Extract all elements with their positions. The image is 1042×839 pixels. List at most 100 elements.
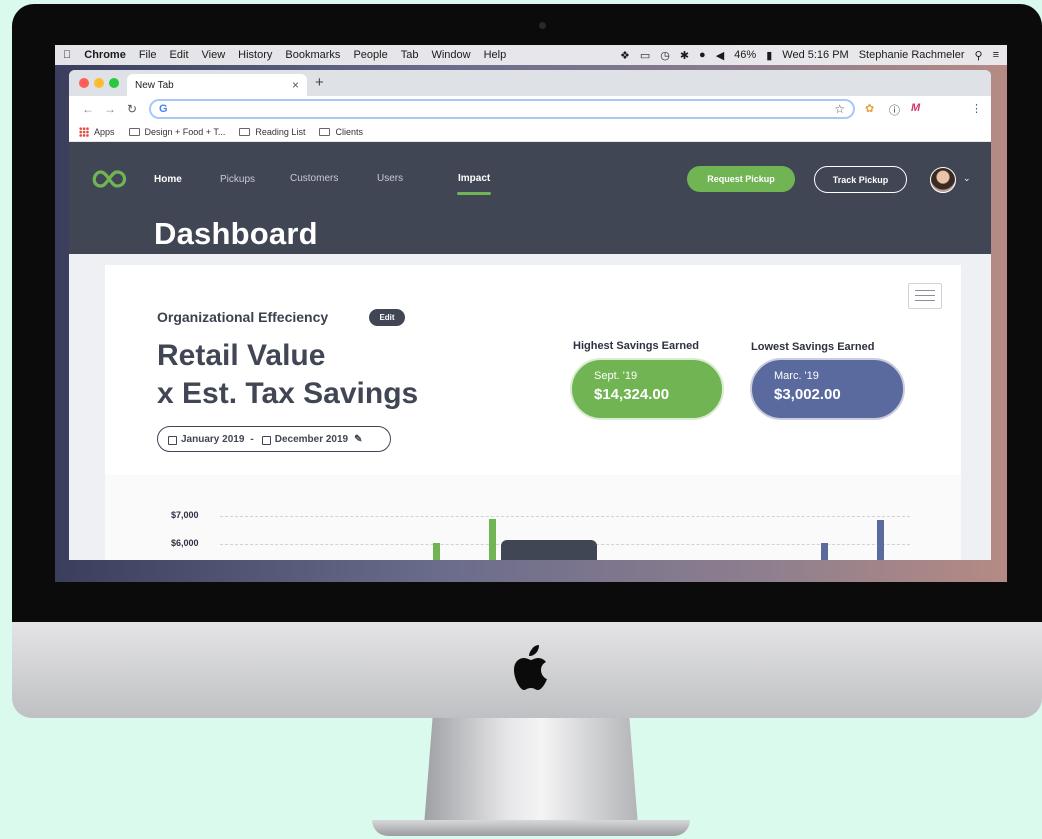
wifi-icon[interactable]: ● <box>699 49 706 61</box>
app-menu[interactable]: Chrome <box>84 49 126 61</box>
browser-tab[interactable]: New Tab × <box>127 74 307 96</box>
date-range-picker[interactable]: January 2019 - December 2019 ✎ <box>157 426 391 452</box>
nav-users[interactable]: Users <box>377 173 403 184</box>
zoom-window-icon[interactable] <box>109 78 119 88</box>
apple-logo-icon <box>514 645 547 690</box>
lowest-savings-pill: Marc. '19 $3,002.00 <box>750 358 905 420</box>
nav-pickups[interactable]: Pickups <box>220 174 255 185</box>
time-machine-icon[interactable]: ◷ <box>660 49 670 62</box>
extension-icon[interactable]: M <box>911 102 920 114</box>
airplay-icon[interactable]: ▭ <box>640 49 650 62</box>
menu-history[interactable]: History <box>238 49 272 61</box>
reload-icon[interactable]: ↻ <box>121 102 143 116</box>
pencil-icon[interactable]: ✎ <box>354 434 362 445</box>
folder-icon <box>319 127 331 136</box>
dropbox-icon[interactable]: ❖ <box>620 49 630 62</box>
chrome-menu-icon[interactable]: ⋮ <box>971 102 982 115</box>
camera <box>539 22 546 29</box>
minimize-window-icon[interactable] <box>94 78 104 88</box>
date-start: January 2019 <box>181 433 245 445</box>
menu-bookmarks[interactable]: Bookmarks <box>285 49 340 61</box>
browser-window: New Tab × + ← → ↻ G ☆ ✿ ⓘ M ⋮ Apps Desig… <box>69 70 991 560</box>
clock[interactable]: Wed 5:16 PM <box>782 49 848 61</box>
bookmarks-bar: Apps Design + Food + T... Reading List C… <box>69 122 991 142</box>
folder-icon <box>239 127 251 136</box>
user-name[interactable]: Stephanie Rachmeler <box>859 49 965 61</box>
address-bar[interactable]: G ☆ <box>149 99 855 119</box>
menu-edit[interactable]: Edit <box>170 49 189 61</box>
date-separator: - <box>250 433 254 445</box>
chart-title-line-1: Retail Value <box>157 339 326 372</box>
calendar-icon <box>168 435 177 445</box>
battery-percent[interactable]: 46% <box>734 49 756 61</box>
request-pickup-button[interactable]: Request Pickup <box>687 166 795 192</box>
spotlight-icon[interactable]: ⚲ <box>975 49 983 62</box>
status-area: ❖ ▭ ◷ ✱ ● ◀ 46% ▮ Wed 5:16 PM Stephanie … <box>610 49 999 62</box>
menu-icon[interactable] <box>908 283 942 309</box>
menu-view[interactable]: View <box>202 49 226 61</box>
nav-home[interactable]: Home <box>154 174 182 185</box>
highest-savings-label: Highest Savings Earned <box>573 340 699 352</box>
bookmark-label: Reading List <box>255 126 306 137</box>
edit-button[interactable]: Edit <box>369 309 405 326</box>
chart-tooltip <box>501 540 597 560</box>
calendar-icon <box>261 435 271 445</box>
chart-bar[interactable] <box>489 518 496 560</box>
bookmark-label: Apps <box>94 126 115 137</box>
menu-window[interactable]: Window <box>431 49 470 61</box>
bookmark-label: Clients <box>335 126 363 137</box>
browser-toolbar: ← → ↻ G ☆ ✿ ⓘ M ⋮ <box>69 96 991 122</box>
bookmark-apps[interactable]: Apps <box>79 126 115 137</box>
brand-logo-icon[interactable] <box>89 168 129 190</box>
folder-icon <box>128 127 140 136</box>
back-icon[interactable]: ← <box>77 102 99 116</box>
lowest-savings-amount: $3,002.00 <box>774 386 841 403</box>
tab-title: New Tab <box>135 79 174 91</box>
tab-strip: New Tab × + <box>69 70 991 96</box>
bookmark-label: Design + Food + T... <box>144 126 226 137</box>
impact-card: Organizational Effeciency Edit Retail Va… <box>105 265 961 560</box>
close-window-icon[interactable] <box>79 78 89 88</box>
chart-title: Retail Value x Est. Tax Savings <box>157 337 418 413</box>
active-nav-indicator <box>457 192 491 195</box>
imac-stand-foot <box>372 820 690 836</box>
apps-grid-icon <box>79 126 89 137</box>
section-title: Organizational Effeciency <box>157 309 329 325</box>
apple-menu-icon[interactable]:  <box>63 49 71 61</box>
volume-icon[interactable]: ◀ <box>716 49 724 62</box>
highest-savings-month: Sept. '19 <box>594 370 638 382</box>
mac-menubar:  Chrome File Edit View History Bookmark… <box>55 45 1007 65</box>
imac-stand <box>424 718 638 826</box>
bookmark-star-icon[interactable]: ☆ <box>834 102 845 116</box>
chevron-down-icon[interactable]: ⌄ <box>963 173 971 184</box>
menu-tab[interactable]: Tab <box>401 49 419 61</box>
bookmark-clients[interactable]: Clients <box>319 127 363 137</box>
bluetooth-icon[interactable]: ✱ <box>680 49 689 62</box>
chart-bar[interactable] <box>821 542 828 560</box>
nav-customers[interactable]: Customers <box>290 173 338 184</box>
web-app: Home Pickups Customers Users Impact Requ… <box>69 142 991 560</box>
chart-title-line-2: x Est. Tax Savings <box>157 377 419 410</box>
highest-savings-amount: $14,324.00 <box>594 386 670 403</box>
new-tab-icon[interactable]: + <box>315 74 324 91</box>
track-pickup-button[interactable]: Track Pickup <box>814 166 907 193</box>
nav-impact[interactable]: Impact <box>458 173 490 184</box>
info-extension-icon[interactable]: ⓘ <box>889 102 900 118</box>
menu-people[interactable]: People <box>353 49 387 61</box>
google-icon: G <box>159 103 168 115</box>
chart-bar[interactable] <box>433 542 440 560</box>
tab-close-icon[interactable]: × <box>292 78 299 92</box>
highest-savings-pill: Sept. '19 $14,324.00 <box>570 358 724 420</box>
battery-icon: ▮ <box>766 49 773 62</box>
avatar[interactable] <box>930 167 956 193</box>
bookmark-design-food[interactable]: Design + Food + T... <box>128 126 226 137</box>
menu-help[interactable]: Help <box>484 49 507 61</box>
menu-file[interactable]: File <box>139 49 157 61</box>
bookmark-reading-list[interactable]: Reading List <box>239 127 305 137</box>
photos-extension-icon[interactable]: ✿ <box>865 102 874 115</box>
lowest-savings-month: Marc. '19 <box>774 370 819 382</box>
notification-center-icon[interactable]: ≡ <box>993 49 999 61</box>
forward-icon[interactable]: → <box>99 102 121 116</box>
y-tick-label: $7,000 <box>171 510 199 520</box>
chart-bar[interactable] <box>877 520 884 560</box>
